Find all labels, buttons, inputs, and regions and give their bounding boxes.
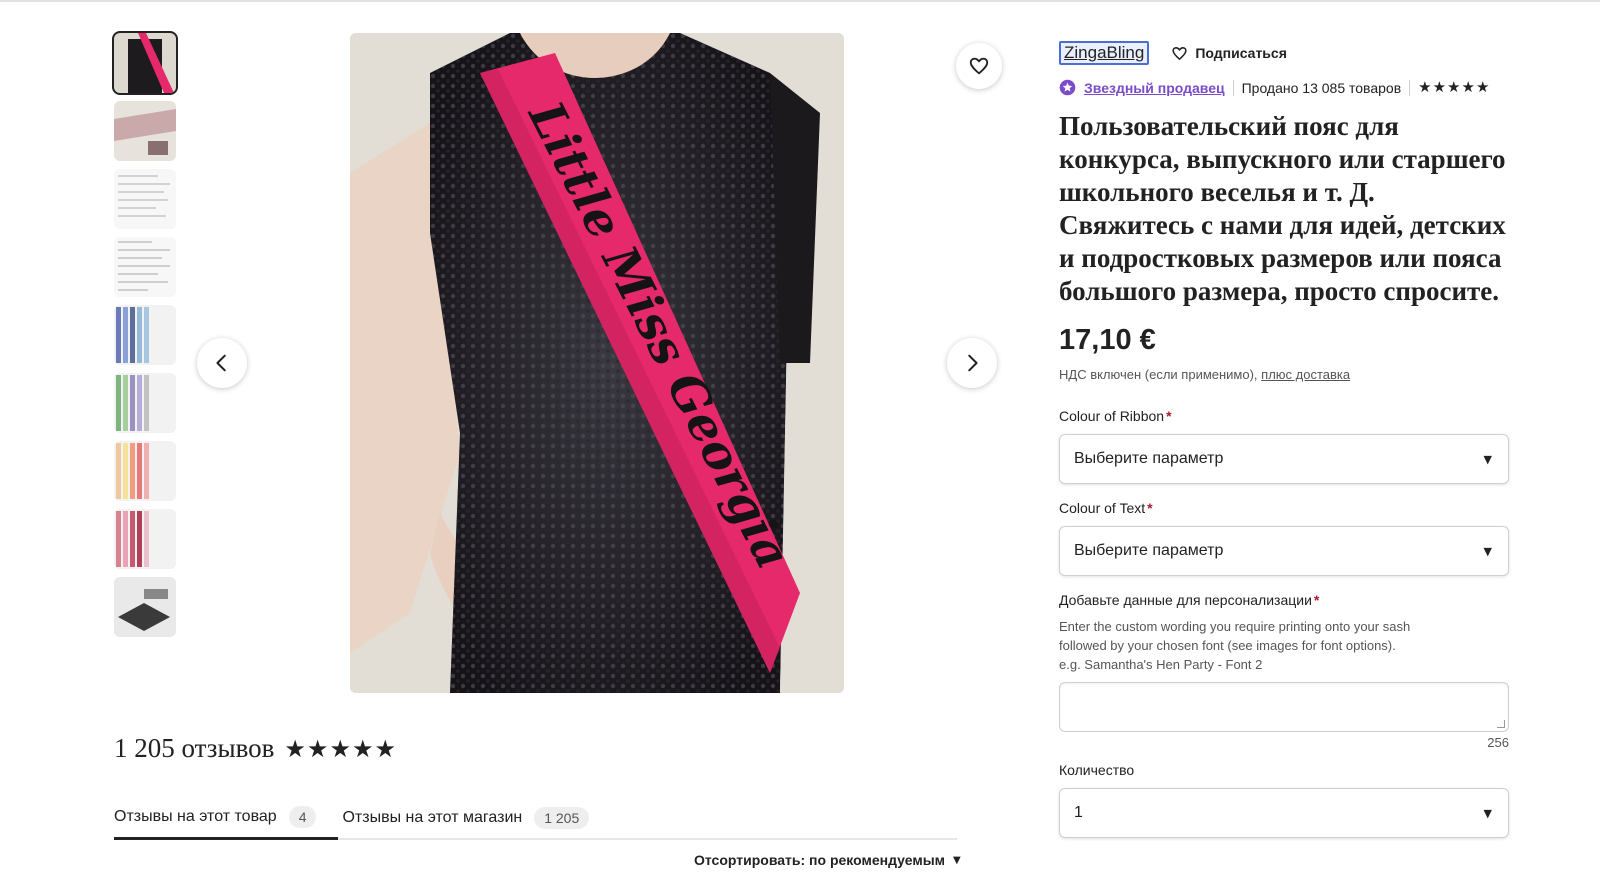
- favorite-button[interactable]: [956, 43, 1002, 89]
- text-colour-select[interactable]: Выберите параметр ▼: [1059, 526, 1509, 576]
- thumbnail-image: [114, 237, 176, 297]
- main-product-image[interactable]: Little Miss Georgia: [350, 33, 844, 693]
- required-mark: *: [1313, 592, 1320, 608]
- tab-item-reviews[interactable]: Отзывы на этот товар 4: [114, 797, 339, 840]
- star-icon: ★: [374, 734, 396, 763]
- shop-rating[interactable]: ★ ★ ★ ★ ★: [1418, 80, 1489, 95]
- thumbnail-9[interactable]: [114, 577, 176, 637]
- thumbnail-image: [114, 305, 176, 365]
- product-photo: [350, 33, 844, 693]
- help-line: Enter the custom wording you require pri…: [1059, 619, 1411, 634]
- reviews-count: 1 205 отзывов: [114, 733, 275, 763]
- chevron-left-icon: [216, 354, 226, 372]
- required-mark: *: [1147, 500, 1153, 516]
- top-border: [0, 0, 1600, 2]
- review-tabs: Отзывы на этот товар 4 Отзывы на этот ма…: [114, 797, 957, 840]
- heart-icon: [1172, 46, 1187, 60]
- product-price: 17,10 €: [1059, 324, 1156, 356]
- quantity-select[interactable]: 1 ▼: [1059, 788, 1509, 838]
- label-text: Добавьте данные для персонализации: [1059, 592, 1312, 608]
- divider: [1409, 79, 1411, 96]
- product-info-panel: ZingaBling Подписаться Звездный продавец…: [1059, 40, 1509, 838]
- select-value: 1: [1074, 804, 1083, 821]
- product-title: Пользовательский пояс для конкурса, выпу…: [1059, 111, 1506, 306]
- star-icon: ★: [1475, 78, 1490, 96]
- thumbnail-3[interactable]: [114, 169, 176, 229]
- help-line: e.g. Samantha's Hen Party - Font 2: [1059, 657, 1263, 672]
- caret-down-icon: ▼: [1483, 544, 1492, 558]
- personalization-help: Enter the custom wording you require pri…: [1059, 617, 1509, 674]
- star-icon: ★: [1447, 78, 1461, 96]
- ribbon-colour-label: Colour of Ribbon *: [1059, 408, 1509, 424]
- thumbnail-image: [114, 101, 176, 161]
- caret-down-icon: ▼: [1483, 452, 1492, 466]
- thumbnail-image: [114, 509, 176, 569]
- reviews-rating: ★ ★ ★ ★ ★: [284, 737, 396, 761]
- next-image-button[interactable]: [947, 338, 997, 388]
- heart-icon: [969, 57, 989, 75]
- select-value: Выберите параметр: [1074, 542, 1224, 559]
- tab-shop-reviews[interactable]: Отзывы на этот магазин 1 205: [338, 797, 611, 838]
- star-icon: ★: [1418, 78, 1432, 96]
- personalization-label: Добавьте данные для персонализации *: [1059, 592, 1509, 608]
- thumbnail-4[interactable]: [114, 237, 176, 297]
- label-text: Количество: [1059, 762, 1135, 778]
- thumbnail-strip: [112, 31, 178, 645]
- star-seller-badge-icon: [1059, 79, 1076, 96]
- chevron-right-icon: [968, 354, 978, 372]
- sort-label: Отсортировать: по рекомендуемым: [694, 852, 946, 868]
- star-icon: ★: [1461, 78, 1475, 96]
- character-counter: 256: [1487, 735, 1509, 750]
- thumbnail-2[interactable]: [114, 101, 176, 161]
- vat-note: НДС включен (если применимо), плюс доста…: [1059, 367, 1509, 382]
- label-text: Colour of Ribbon: [1059, 408, 1165, 424]
- star-icon: ★: [329, 734, 351, 763]
- star-seller-link[interactable]: Звездный продавец: [1084, 80, 1225, 96]
- thumbnail-image: [114, 33, 176, 93]
- personalization-textarea[interactable]: [1059, 682, 1509, 732]
- tab-count-badge: 4: [288, 806, 317, 828]
- thumbnail-5[interactable]: [114, 305, 176, 365]
- tab-label: Отзывы на этот магазин: [342, 808, 523, 826]
- thumbnail-7[interactable]: [114, 441, 176, 501]
- thumbnail-image: [114, 577, 176, 637]
- thumbnail-1[interactable]: [112, 31, 178, 95]
- thumbnail-image: [114, 373, 176, 433]
- thumbnail-6[interactable]: [114, 373, 176, 433]
- sort-dropdown[interactable]: Отсортировать: по рекомендуемым ▼: [694, 852, 961, 868]
- text-colour-label: Colour of Text *: [1059, 500, 1509, 516]
- tab-count-badge: 1 205: [534, 806, 590, 829]
- required-mark: *: [1166, 408, 1172, 424]
- follow-label: Подписаться: [1195, 45, 1287, 61]
- vat-text: НДС включен (если применимо),: [1059, 367, 1258, 382]
- quantity-label: Количество: [1059, 762, 1509, 778]
- ribbon-colour-select[interactable]: Выберите параметр ▼: [1059, 434, 1509, 484]
- select-value: Выберите параметр: [1074, 450, 1224, 467]
- divider: [1232, 79, 1234, 96]
- shop-row: ZingaBling Подписаться: [1059, 40, 1509, 66]
- star-icon: ★: [1432, 78, 1447, 96]
- thumbnail-image: [114, 441, 176, 501]
- tab-label: Отзывы на этот товар: [114, 808, 277, 825]
- label-text: Colour of Text: [1059, 500, 1146, 516]
- resize-handle[interactable]: [1497, 720, 1505, 728]
- star-icon: ★: [284, 734, 306, 763]
- thumbnail-8[interactable]: [114, 509, 176, 569]
- star-icon: ★: [306, 734, 329, 763]
- previous-image-button[interactable]: [197, 338, 247, 388]
- sales-count: Продано 13 085 товаров: [1241, 79, 1402, 96]
- follow-shop-button[interactable]: Подписаться: [1171, 45, 1287, 62]
- seller-info-row: Звездный продавец Продано 13 085 товаров…: [1059, 79, 1509, 96]
- reviews-header: 1 205 отзывов ★ ★ ★ ★ ★: [114, 733, 396, 764]
- help-line: followed by your chosen font (see images…: [1059, 638, 1396, 653]
- shipping-link[interactable]: плюс доставка: [1261, 367, 1350, 382]
- star-icon: ★: [351, 734, 374, 763]
- thumbnail-image: [114, 169, 176, 229]
- shop-name-link[interactable]: ZingaBling: [1059, 41, 1150, 65]
- caret-down-icon: ▼: [953, 854, 961, 866]
- caret-down-icon: ▼: [1483, 806, 1492, 820]
